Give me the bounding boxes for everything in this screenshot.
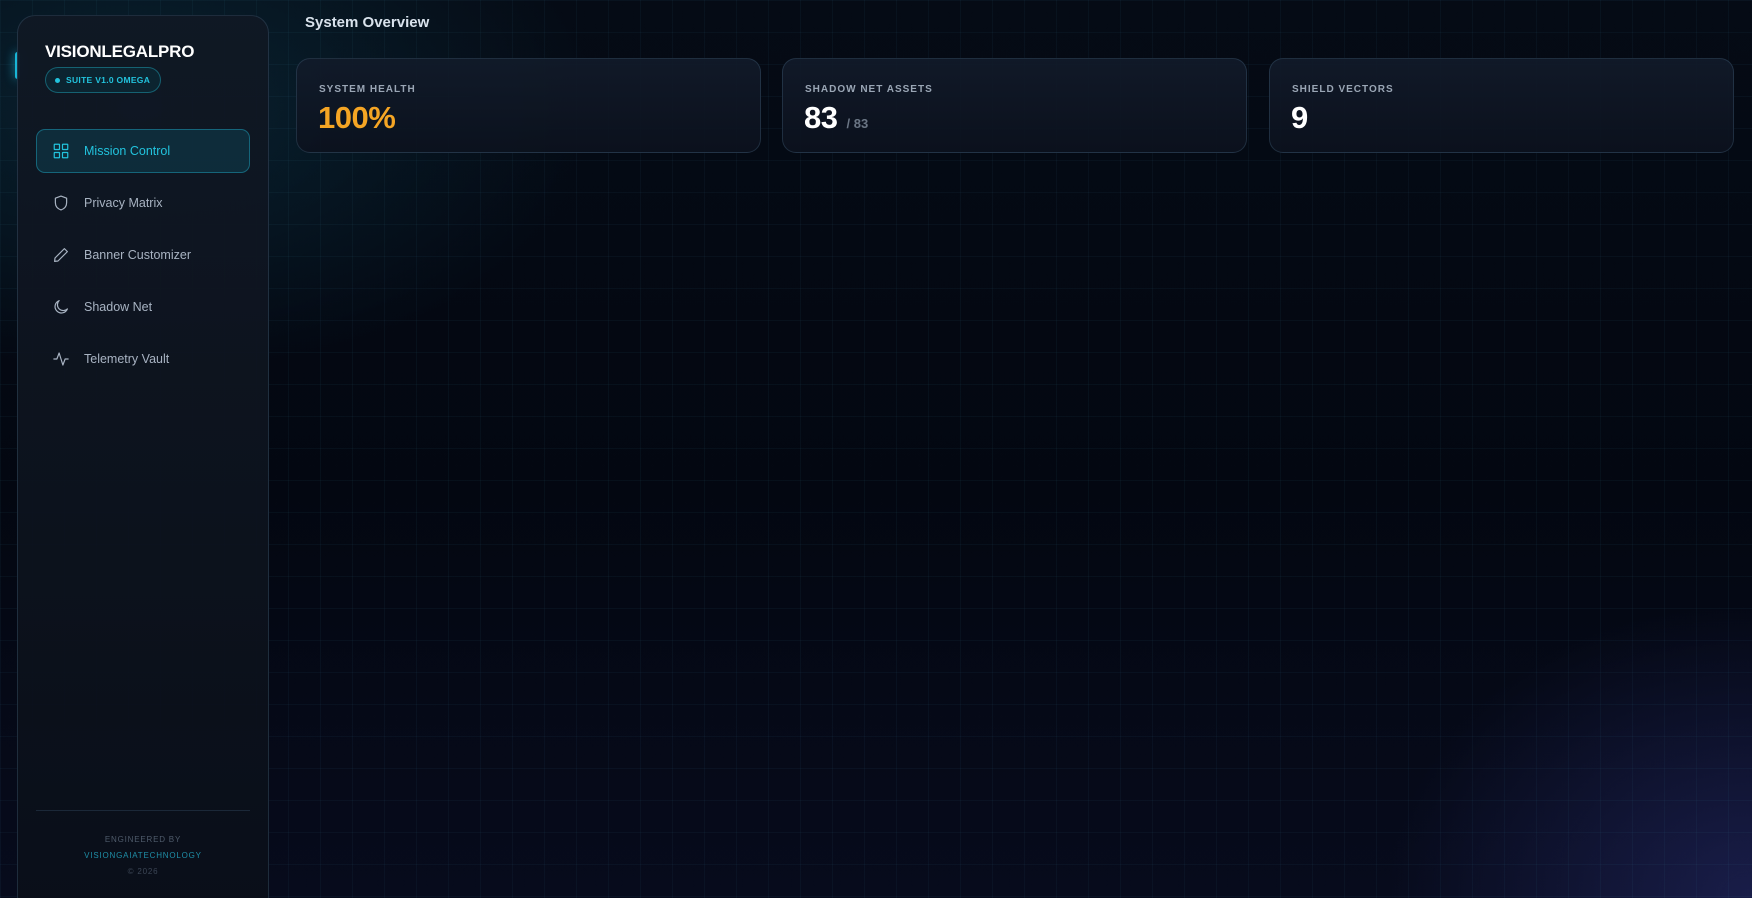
- sidebar-item-telemetry-vault[interactable]: Telemetry Vault: [36, 337, 250, 381]
- sidebar-item-label: Telemetry Vault: [84, 352, 170, 366]
- stat-value-number: 83: [804, 100, 838, 135]
- shield-icon: [51, 193, 71, 213]
- sidebar-item-shadow-net[interactable]: Shadow Net: [36, 285, 250, 329]
- stat-value-total: / 83: [846, 116, 869, 131]
- sidebar-nav: Mission Control Privacy Matrix Banner Cu…: [36, 129, 250, 389]
- moon-icon: [51, 297, 71, 317]
- stat-label: SHADOW NET ASSETS: [805, 84, 933, 95]
- stat-value: 9: [1291, 100, 1308, 136]
- copyright-text: © 2026: [127, 867, 159, 876]
- stat-value-number: 9: [1291, 100, 1308, 135]
- status-dot-icon: [55, 77, 60, 83]
- stat-card-system-health: SYSTEM HEALTH 100%: [296, 58, 761, 153]
- sidebar-item-privacy-matrix[interactable]: Privacy Matrix: [36, 181, 250, 225]
- stat-card-shadow-net-assets: SHADOW NET ASSETS 83 / 83: [782, 58, 1247, 153]
- pen-icon: [51, 245, 71, 265]
- company-link[interactable]: VISIONGAIATECHNOLOGY: [36, 848, 250, 864]
- suite-version-badge: SUITE V1.0 OMEGA: [45, 67, 162, 93]
- sidebar-item-mission-control[interactable]: Mission Control: [36, 129, 250, 173]
- sidebar-item-label: Privacy Matrix: [84, 196, 163, 210]
- sidebar-divider: [36, 810, 250, 811]
- stat-card-shield-vectors: SHIELD VECTORS 9: [1269, 58, 1734, 153]
- sidebar-item-label: Mission Control: [84, 144, 171, 158]
- sidebar-item-label: Banner Customizer: [84, 248, 191, 262]
- sidebar-item-label: Shadow Net: [84, 300, 153, 314]
- stat-value-number: 100%: [318, 100, 396, 135]
- stat-value: 100%: [318, 100, 396, 136]
- engineered-by-label: ENGINEERED BY: [104, 835, 182, 844]
- stat-label: SYSTEM HEALTH: [319, 84, 416, 95]
- grid-icon: [51, 141, 71, 161]
- page-title: System Overview: [305, 14, 430, 31]
- sidebar-footer: ENGINEERED BY VISIONGAIATECHNOLOGY © 202…: [36, 832, 250, 880]
- stat-value: 83 / 83: [804, 100, 868, 136]
- brand-logo[interactable]: VISIONLEGALPRO: [45, 42, 194, 62]
- sidebar-item-banner-customizer[interactable]: Banner Customizer: [36, 233, 250, 277]
- stat-label: SHIELD VECTORS: [1292, 84, 1394, 95]
- activity-icon: [51, 349, 71, 369]
- suite-version-label: SUITE V1.0 OMEGA: [66, 75, 151, 85]
- sidebar: VISIONLEGALPRO SUITE V1.0 OMEGA Mission …: [17, 15, 269, 898]
